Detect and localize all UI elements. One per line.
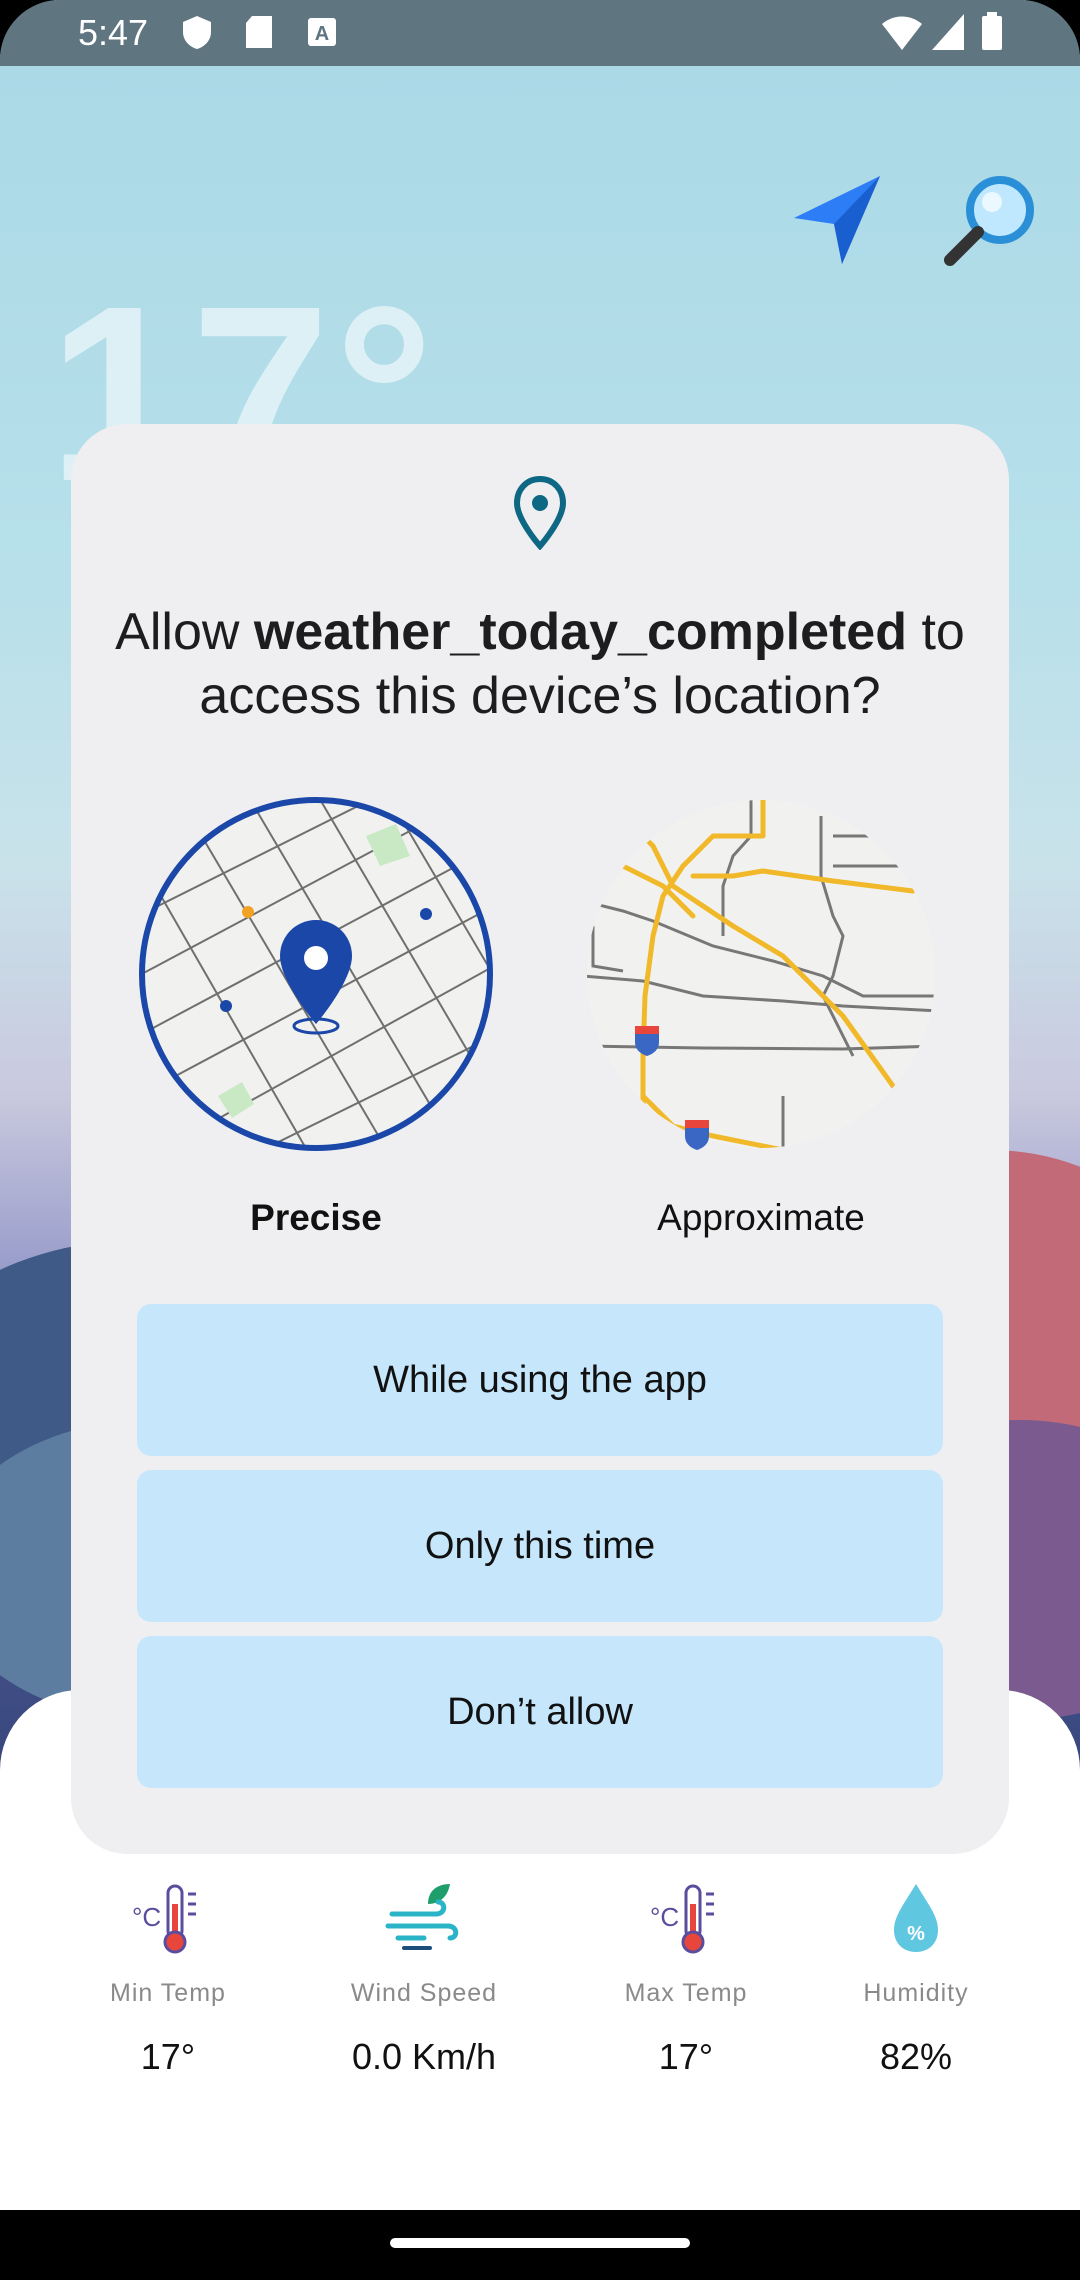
magnifier-icon bbox=[944, 176, 1034, 266]
stat-label: Max Temp bbox=[624, 1979, 748, 2007]
weather-screen: 17° 5:47 A °C Min Temp 17° Wind Speed 0.… bbox=[0, 0, 1080, 2280]
max-temp-stat: °C Max Temp 17° bbox=[586, 1880, 786, 2078]
approximate-map-icon bbox=[587, 800, 935, 1150]
min-temp-stat: °C Min Temp 17° bbox=[68, 1880, 268, 2078]
wind-speed-stat: Wind Speed 0.0 Km/h bbox=[324, 1880, 524, 2078]
title-prefix: Allow bbox=[115, 603, 254, 661]
wind-icon bbox=[385, 1884, 459, 1950]
while-using-app-button[interactable]: While using the app bbox=[137, 1304, 943, 1456]
wifi-icon bbox=[882, 16, 922, 50]
locate-button[interactable] bbox=[790, 168, 882, 273]
thermometer-celsius-icon: °C bbox=[650, 1884, 714, 1954]
stat-value: 17° bbox=[658, 2036, 714, 2077]
shield-icon bbox=[183, 16, 211, 49]
svg-text:°C: °C bbox=[132, 1902, 161, 1932]
approximate-label: Approximate bbox=[657, 1197, 865, 1238]
precise-label: Precise bbox=[250, 1197, 382, 1238]
font-icon: A bbox=[308, 18, 336, 46]
precise-option[interactable]: Precise bbox=[138, 796, 494, 1239]
thermometer-celsius-icon: °C bbox=[132, 1884, 196, 1954]
svg-text:%: % bbox=[907, 1923, 925, 1945]
humidity-stat: % Humidity 82% bbox=[816, 1880, 1016, 2078]
dialog-title: Allow weather_today_completed to access … bbox=[111, 600, 969, 728]
search-button[interactable] bbox=[940, 172, 1040, 277]
dont-allow-button[interactable]: Don’t allow bbox=[137, 1636, 943, 1788]
navigation-arrow-icon bbox=[794, 176, 880, 264]
stat-value: 82% bbox=[879, 2036, 953, 2077]
location-permission-dialog: Allow weather_today_completed to access … bbox=[71, 424, 1009, 1854]
status-bar: 5:47 A bbox=[0, 0, 1080, 66]
location-pin-icon bbox=[513, 476, 567, 550]
home-gesture-handle[interactable] bbox=[390, 2238, 690, 2248]
cellular-signal-icon bbox=[932, 14, 964, 50]
stat-label: Min Temp bbox=[110, 1979, 226, 2007]
stat-value: 17° bbox=[140, 2036, 196, 2077]
stat-label: Wind Speed bbox=[350, 1979, 498, 2007]
status-time: 5:47 bbox=[78, 12, 149, 53]
stat-label: Humidity bbox=[863, 1979, 969, 2007]
svg-text:A: A bbox=[315, 23, 329, 45]
sd-card-icon bbox=[246, 16, 272, 48]
only-this-time-button[interactable]: Only this time bbox=[137, 1470, 943, 1622]
precise-map-icon bbox=[139, 797, 493, 1151]
stat-value: 0.0 Km/h bbox=[351, 2036, 497, 2077]
battery-icon bbox=[982, 12, 1002, 50]
approximate-option[interactable]: Approximate bbox=[583, 796, 939, 1239]
humidity-drop-icon: % bbox=[894, 1884, 938, 1952]
app-name: weather_today_completed bbox=[253, 603, 907, 661]
svg-text:°C: °C bbox=[650, 1902, 679, 1932]
